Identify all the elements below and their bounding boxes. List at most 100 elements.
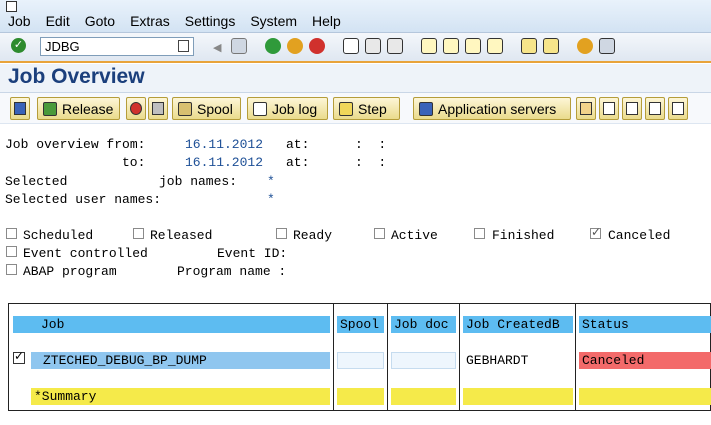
next-page-icon[interactable] [465,38,481,54]
menu-settings[interactable]: Settings [185,13,236,29]
selected-label: Selected [5,174,68,189]
sum-button[interactable] [668,97,688,120]
column-header-status[interactable]: Status [579,316,711,333]
overview-from-label: Job overview from: [5,137,146,152]
window-menu-icon[interactable] [6,1,17,12]
ready-label: Ready [293,228,333,243]
summary-cell[interactable]: *Summary [31,388,330,405]
job-log-icon [253,101,267,116]
menu-system[interactable]: System [250,13,297,29]
column-header-job[interactable]: Job [13,316,330,333]
servers-icon [419,101,433,116]
active-checkbox[interactable] [374,228,385,239]
print-icon [649,102,661,115]
delete-button[interactable] [148,97,168,120]
first-page-icon[interactable] [421,38,437,54]
spool-button[interactable]: Spool [172,97,241,120]
column-header-created-by[interactable]: Job CreatedB [463,316,573,333]
select-layout-button[interactable] [599,97,619,120]
summary-created-by-cell [463,388,573,405]
menu-help[interactable]: Help [312,13,341,29]
job-log-label: Job log [272,100,318,117]
sort-button[interactable] [576,97,596,120]
scheduled-checkbox[interactable] [6,228,17,239]
column-header-spool[interactable]: Spool [337,316,384,333]
from-at-label: at: [286,137,310,152]
finished-label: Finished [492,228,555,243]
event-controlled-label: Event controlled [23,246,148,261]
filter-button[interactable] [622,97,642,120]
application-servers-label: Application servers [438,100,557,117]
filter-icon [626,102,638,115]
column-header-job-label: Job [41,317,65,332]
new-session-icon[interactable] [521,38,537,54]
find-next-icon[interactable] [387,38,403,54]
application-servers-button[interactable]: Application servers [413,97,571,120]
ready-checkbox[interactable] [276,228,287,239]
status-cell[interactable]: Canceled [579,352,711,369]
save-icon[interactable] [231,38,247,54]
sort-icon [580,102,592,115]
released-checkbox[interactable] [133,228,144,239]
job-log-button[interactable]: Job log [247,97,328,120]
layout-menu-icon[interactable] [599,38,615,54]
job-names-field[interactable]: * [267,174,275,189]
job-name-cell[interactable]: ZTECHED_DEBUG_BP_DUMP [31,352,330,369]
page-title: Job Overview [8,65,145,88]
release-button[interactable]: Release [37,97,120,120]
summary-status-cell [579,388,711,405]
menu-edit[interactable]: Edit [46,13,70,29]
abap-program-label: ABAP program [23,264,117,279]
menu-goto[interactable]: Goto [85,13,115,29]
column-header-spool-label: Spool [340,317,380,332]
find-icon[interactable] [365,38,381,54]
trash-icon [152,102,164,115]
from-time-field[interactable]: : : [355,137,386,152]
user-names-field[interactable]: * [267,192,275,207]
last-page-icon[interactable] [487,38,503,54]
spool-icon [178,101,192,116]
spool-cell[interactable] [337,352,384,369]
column-header-created-by-label: Job CreatedB [466,317,560,332]
active-label: Active [391,228,438,243]
to-label: to: [122,155,146,170]
row-select-checkbox[interactable] [13,349,25,364]
release-label: Release [62,100,114,117]
print-icon[interactable] [343,38,359,54]
command-history-icon[interactable] [178,40,189,52]
job-names-label: job names: [159,174,238,189]
cancel-icon[interactable] [309,38,325,54]
command-field[interactable]: JDBG [40,37,194,56]
to-date-field[interactable]: 16.11.2012 [185,155,263,170]
job-doc-cell[interactable] [391,352,456,369]
column-header-job-doc-label: Job doc [394,317,449,332]
finished-checkbox[interactable] [474,228,485,239]
exit-icon[interactable] [287,38,303,54]
stop-button[interactable] [126,97,146,120]
column-divider [575,304,576,410]
subtotal-icon [672,102,684,115]
to-time-field[interactable]: : : [355,155,386,170]
help-icon[interactable] [577,38,593,54]
print-list-button[interactable] [645,97,665,120]
menu-items: Job Edit Goto Extras Settings System Hel… [8,13,341,29]
shortcut-icon[interactable] [543,38,559,54]
from-date-field[interactable]: 16.11.2012 [185,137,263,152]
summary-label: *Summary [34,389,97,404]
enter-icon[interactable]: ✓ [11,38,26,53]
event-controlled-checkbox[interactable] [6,246,17,257]
menu-job[interactable]: Job [8,13,31,29]
step-button[interactable]: Step [333,97,400,120]
job-name: ZTECHED_DEBUG_BP_DUMP [43,353,207,368]
canceled-checkbox[interactable] [590,225,601,239]
table-icon [603,102,615,115]
abap-program-checkbox[interactable] [6,264,17,275]
refresh-button[interactable] [10,97,30,120]
prev-page-icon[interactable] [443,38,459,54]
back-icon[interactable] [265,38,281,54]
status-badge: Canceled [582,353,645,368]
step-label: Step [358,100,387,117]
created-by-cell[interactable]: GEBHARDT [463,352,573,369]
column-header-job-doc[interactable]: Job doc [391,316,456,333]
menu-extras[interactable]: Extras [130,13,170,29]
